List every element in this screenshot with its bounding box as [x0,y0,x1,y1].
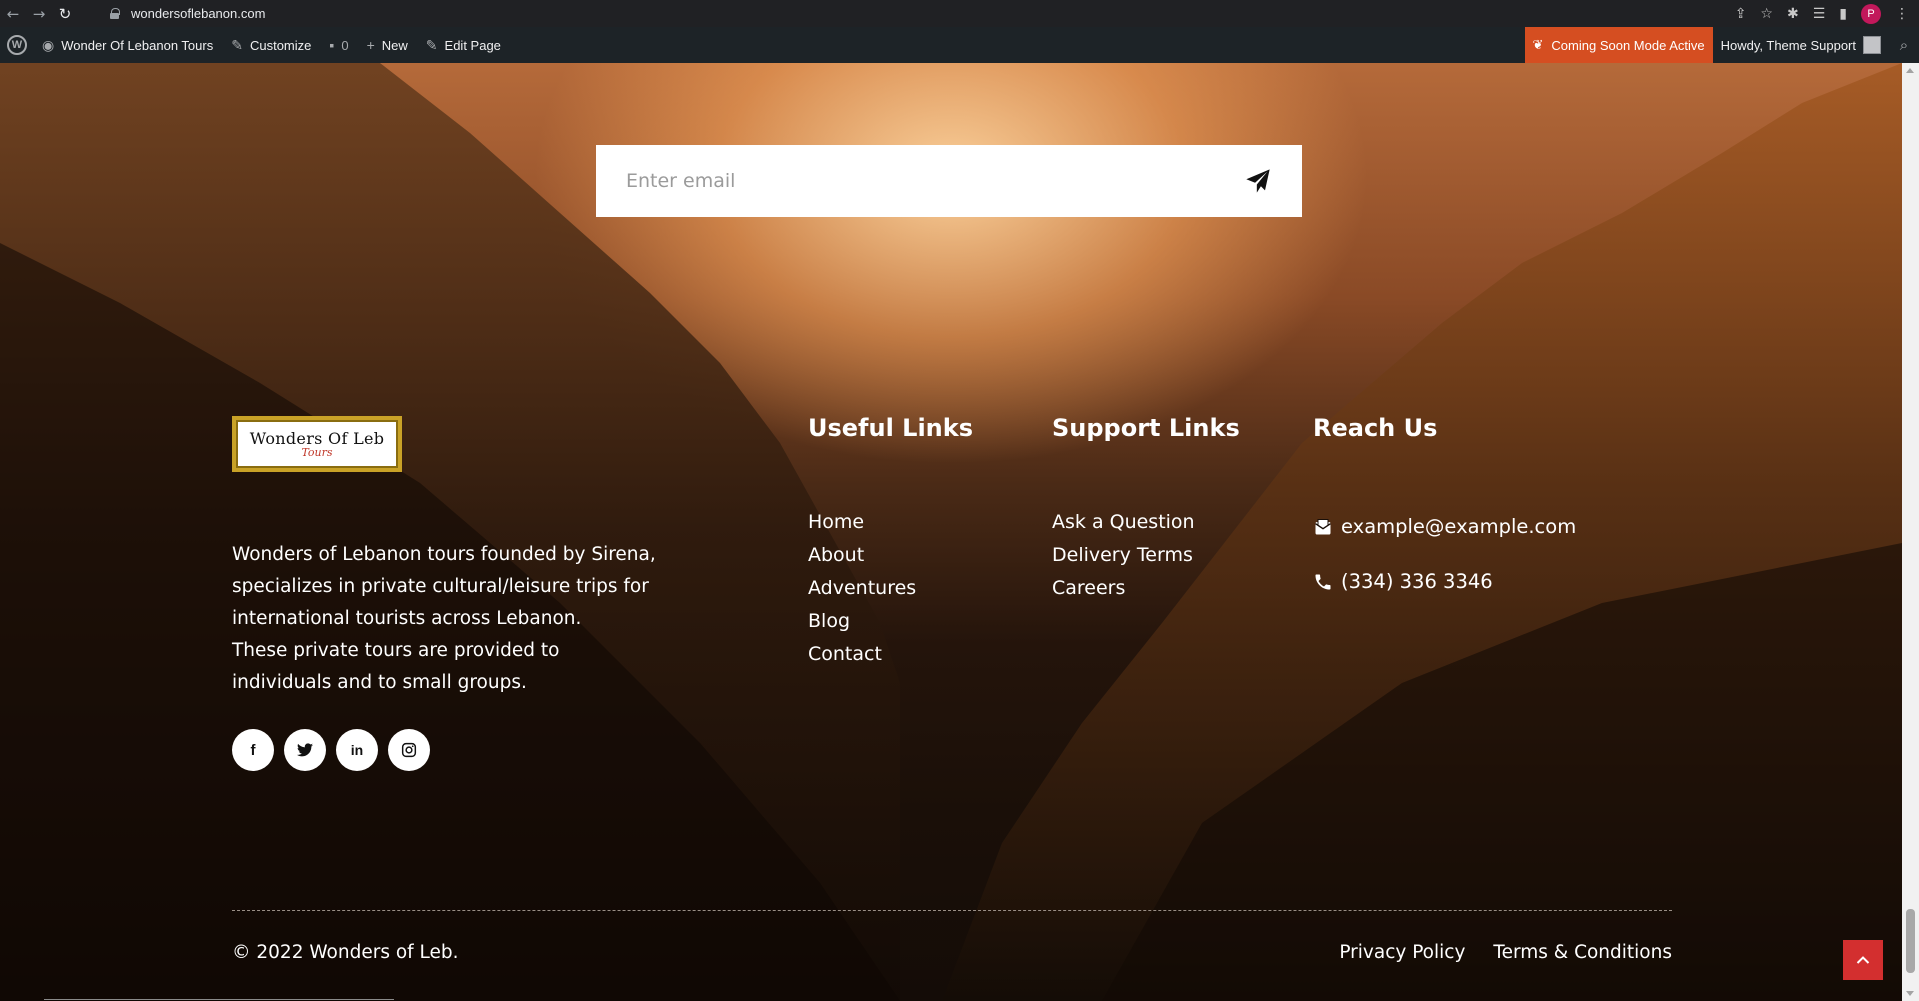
chevron-up-icon [1856,956,1870,964]
footer-link-adventures[interactable]: Adventures [808,572,916,605]
contact-email[interactable]: example@example.com [1313,515,1576,538]
support-links-title: Support Links [1052,414,1240,442]
wp-admin-bar: W ◉ Wonder Of Lebanon Tours ✎ Customize … [0,27,1919,63]
profile-avatar[interactable]: P [1861,3,1881,24]
contact-phone[interactable]: (334) 336 3346 [1313,570,1493,593]
paper-plane-icon[interactable] [1244,167,1272,195]
avatar [1863,36,1881,54]
browser-actions: ⇪ ☆ ✱ ☰ ▮ P ⋮ [1735,0,1909,27]
footer-divider [232,910,1672,911]
social-links: f in [232,729,430,771]
footer-link-delivery-terms[interactable]: Delivery Terms [1052,539,1195,572]
email-input[interactable] [596,145,1216,217]
footer-logo[interactable]: Wonders Of Leb Tours [232,416,402,472]
back-to-top-button[interactable] [1843,940,1883,980]
admin-customize[interactable]: ✎ Customize [222,27,320,63]
lock-icon [110,8,120,19]
about-line-1: Wonders of Lebanon tours founded by Sire… [232,544,656,629]
admin-new[interactable]: + New [358,27,417,63]
forward-icon[interactable]: → [26,0,52,27]
admin-edit-page[interactable]: ✎ Edit Page [417,27,510,63]
address-bar[interactable]: wondersoflebanon.com [110,3,1660,24]
side-panel-icon[interactable]: ▮ [1839,6,1847,22]
privacy-policy-link[interactable]: Privacy Policy [1339,942,1465,963]
star-icon[interactable]: ☆ [1760,6,1773,22]
support-links-list: Ask a Question Delivery Terms Careers [1052,506,1195,605]
back-icon[interactable]: ← [0,0,26,27]
pencil-icon: ✎ [425,36,438,53]
about-line-2: These private tours are provided to indi… [232,640,560,693]
scroll-up-icon[interactable] [1906,68,1914,73]
coming-soon-badge[interactable]: ❦ Coming Soon Mode Active [1524,27,1713,63]
new-label: New [381,37,408,53]
edit-page-label: Edit Page [444,37,501,53]
about-description: Wonders of Lebanon tours founded by Sire… [232,539,662,699]
extensions-icon[interactable]: ✱ [1787,6,1799,22]
search-icon[interactable]: ⌕ [1889,37,1919,54]
url-text: wondersoflebanon.com [131,6,266,21]
reload-icon[interactable]: ↻ [52,0,78,27]
share-icon[interactable]: ⇪ [1735,6,1747,22]
footer-link-home[interactable]: Home [808,506,916,539]
scroll-thumb[interactable] [1906,909,1915,973]
wordpress-logo-icon[interactable]: W [7,35,27,55]
admin-site-name[interactable]: ◉ Wonder Of Lebanon Tours [33,27,222,63]
terms-conditions-link[interactable]: Terms & Conditions [1493,942,1672,963]
copyright-text: © 2022 Wonders of Leb. [232,942,459,963]
page-scrollbar[interactable] [1902,63,1919,1001]
useful-links-title: Useful Links [808,414,974,442]
leaf-icon: ❦ [1532,37,1544,52]
newsletter-form [596,145,1302,217]
footer-link-careers[interactable]: Careers [1052,572,1195,605]
reading-list-icon[interactable]: ☰ [1813,6,1826,22]
facebook-icon[interactable]: f [232,729,274,771]
admin-comments[interactable]: ▪ 0 [320,27,357,63]
howdy-label: Howdy, Theme Support [1720,37,1856,53]
footer-link-blog[interactable]: Blog [808,605,916,638]
phone-text: (334) 336 3346 [1341,570,1493,593]
dashboard-icon: ◉ [42,36,55,53]
site-name-label: Wonder Of Lebanon Tours [61,37,214,53]
envelope-icon [1315,518,1331,534]
more-icon[interactable]: ⋮ [1895,6,1909,22]
email-text: example@example.com [1341,515,1577,538]
brush-icon: ✎ [231,36,243,53]
customize-label: Customize [249,37,312,53]
twitter-icon[interactable] [284,729,326,771]
footer-link-ask-question[interactable]: Ask a Question [1052,506,1195,539]
coming-soon-label: Coming Soon Mode Active [1551,37,1705,53]
legal-links: Privacy Policy Terms & Conditions [1339,942,1672,963]
admin-account[interactable]: Howdy, Theme Support [1713,27,1889,63]
footer-link-about[interactable]: About [808,539,916,572]
footer-link-contact[interactable]: Contact [808,638,916,671]
linkedin-icon[interactable]: in [336,729,378,771]
scroll-down-icon[interactable] [1906,991,1914,996]
comment-icon: ▪ [329,37,335,53]
browser-toolbar: ← → ↻ wondersoflebanon.com ⇪ ☆ ✱ ☰ ▮ P ⋮ [0,0,1919,27]
plus-icon: + [366,37,375,53]
phone-icon [1315,574,1331,589]
page-edge-line [44,999,394,1000]
logo-sub-text: Tours [301,446,333,459]
useful-links-list: Home About Adventures Blog Contact [808,506,916,671]
instagram-icon[interactable] [388,729,430,771]
reach-us-title: Reach Us [1313,414,1438,442]
comments-count: 0 [341,37,349,53]
